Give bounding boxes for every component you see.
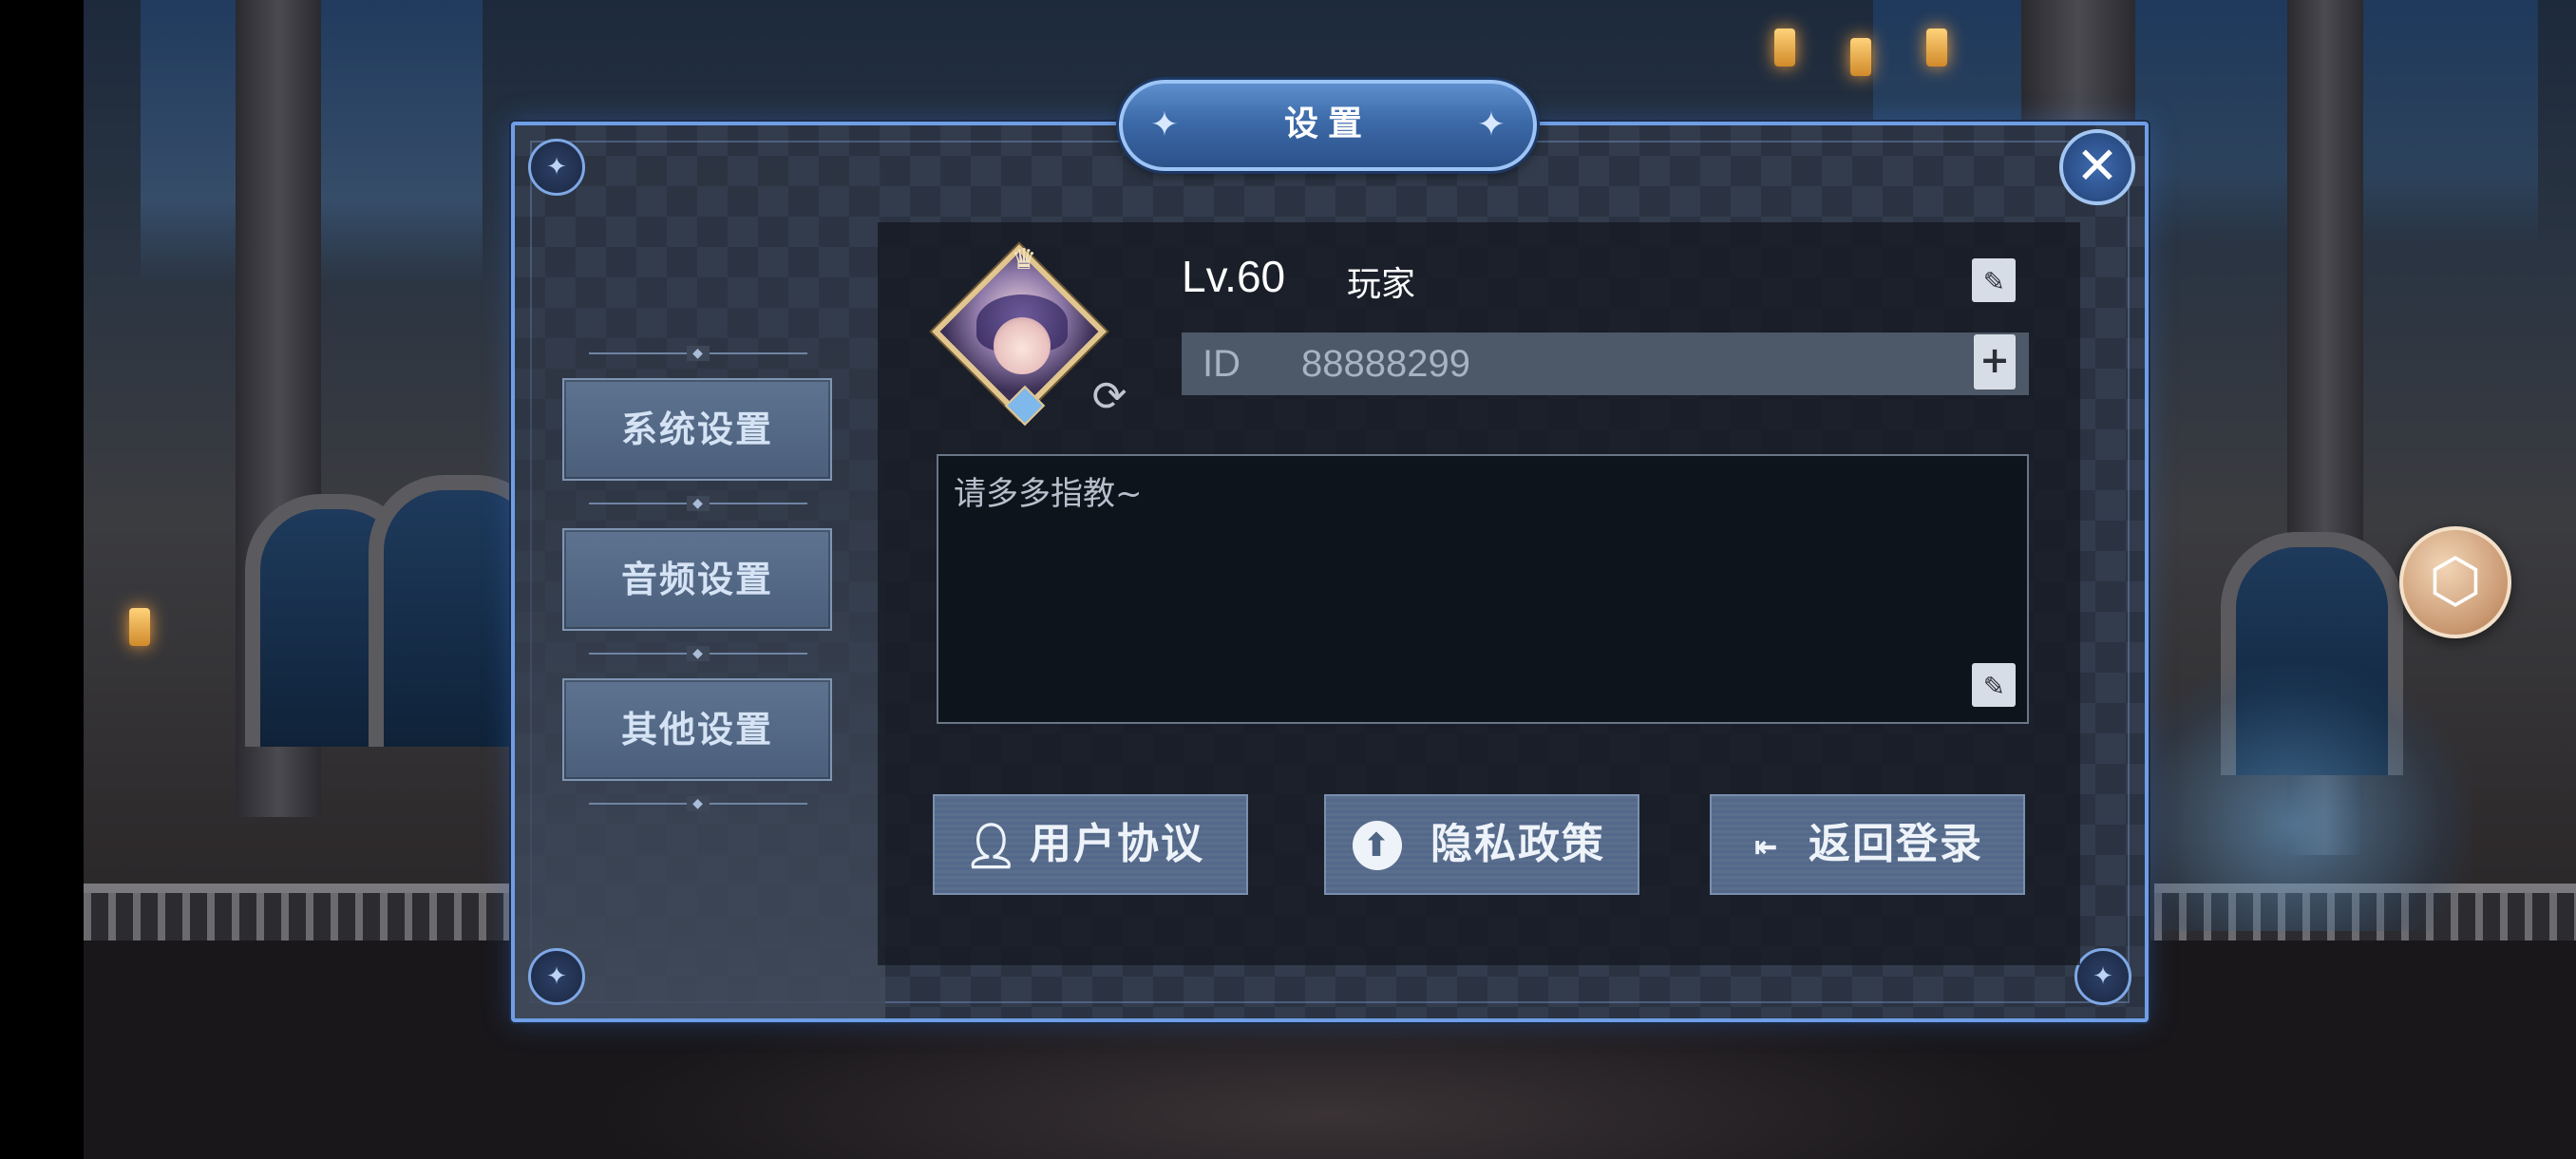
sidebar-item-system-settings[interactable]: 系统设置: [562, 378, 832, 481]
edit-name-icon[interactable]: ✎: [1972, 258, 2016, 302]
back-to-login-button[interactable]: ⇤ 返回登录: [1710, 794, 2025, 895]
corner-ornament-icon: ✦: [2074, 948, 2131, 1005]
sidebar-divider: ◆: [570, 646, 826, 661]
copy-id-icon[interactable]: +: [1974, 334, 2016, 390]
id-label: ID: [1203, 343, 1241, 385]
logout-icon: ⇤: [1753, 824, 1780, 867]
crown-icon: ♛: [1011, 243, 1037, 276]
player-level: Lv.60: [1182, 252, 1286, 301]
user-agreement-button[interactable]: 👤︎ 用户协议: [933, 794, 1248, 895]
close-icon: ✕: [2075, 136, 2119, 196]
privacy-policy-button[interactable]: ⬆ 隐私政策: [1324, 794, 1639, 895]
user-icon: 👤︎: [963, 820, 1021, 871]
sidebar-divider: ◆: [570, 796, 826, 811]
candle: [1926, 28, 1947, 66]
upload-circle-icon: ⬆: [1353, 821, 1402, 870]
cube-menu-button[interactable]: ⬡: [2399, 526, 2511, 638]
candle: [1774, 28, 1795, 66]
privacy-policy-label: 隐私政策: [1430, 820, 1605, 868]
avatar-face: [994, 317, 1051, 374]
cube-icon: ⬡: [2429, 546, 2482, 617]
letterbox-left: [0, 0, 84, 1159]
user-agreement-label: 用户协议: [1030, 820, 1204, 868]
refresh-icon[interactable]: ⟳: [1083, 370, 1136, 424]
dialog-title-plate: ✦ 设置 ✦: [1119, 80, 1537, 171]
sidebar-item-other-settings[interactable]: 其他设置: [562, 678, 832, 781]
corner-ornament-icon: ✦: [528, 139, 585, 196]
candle: [129, 608, 150, 646]
edit-bio-icon[interactable]: ✎: [1972, 663, 2016, 707]
fountain: [2111, 665, 2472, 931]
close-button[interactable]: ✕: [2059, 129, 2135, 205]
dialog-title: 设置: [1283, 104, 1372, 143]
sidebar-item-label: 系统设置: [620, 408, 773, 450]
bio-text: 请多多指教~: [954, 475, 1143, 513]
sidebar-item-label: 其他设置: [620, 709, 773, 750]
id-value: 88888299: [1301, 343, 1470, 385]
back-to-login-label: 返回登录: [1809, 820, 1983, 868]
star-ornament-icon: ✦: [1149, 105, 1180, 144]
corner-ornament-icon: ✦: [528, 948, 585, 1005]
sidebar-divider: ◆: [570, 496, 826, 511]
star-ornament-icon: ✦: [1476, 105, 1506, 144]
sidebar-divider: ◆: [570, 346, 826, 361]
candle: [1850, 38, 1871, 76]
sidebar-item-audio-settings[interactable]: 音频设置: [562, 528, 832, 631]
player-name: 玩家: [1347, 265, 1416, 304]
sidebar-item-label: 音频设置: [620, 559, 773, 600]
